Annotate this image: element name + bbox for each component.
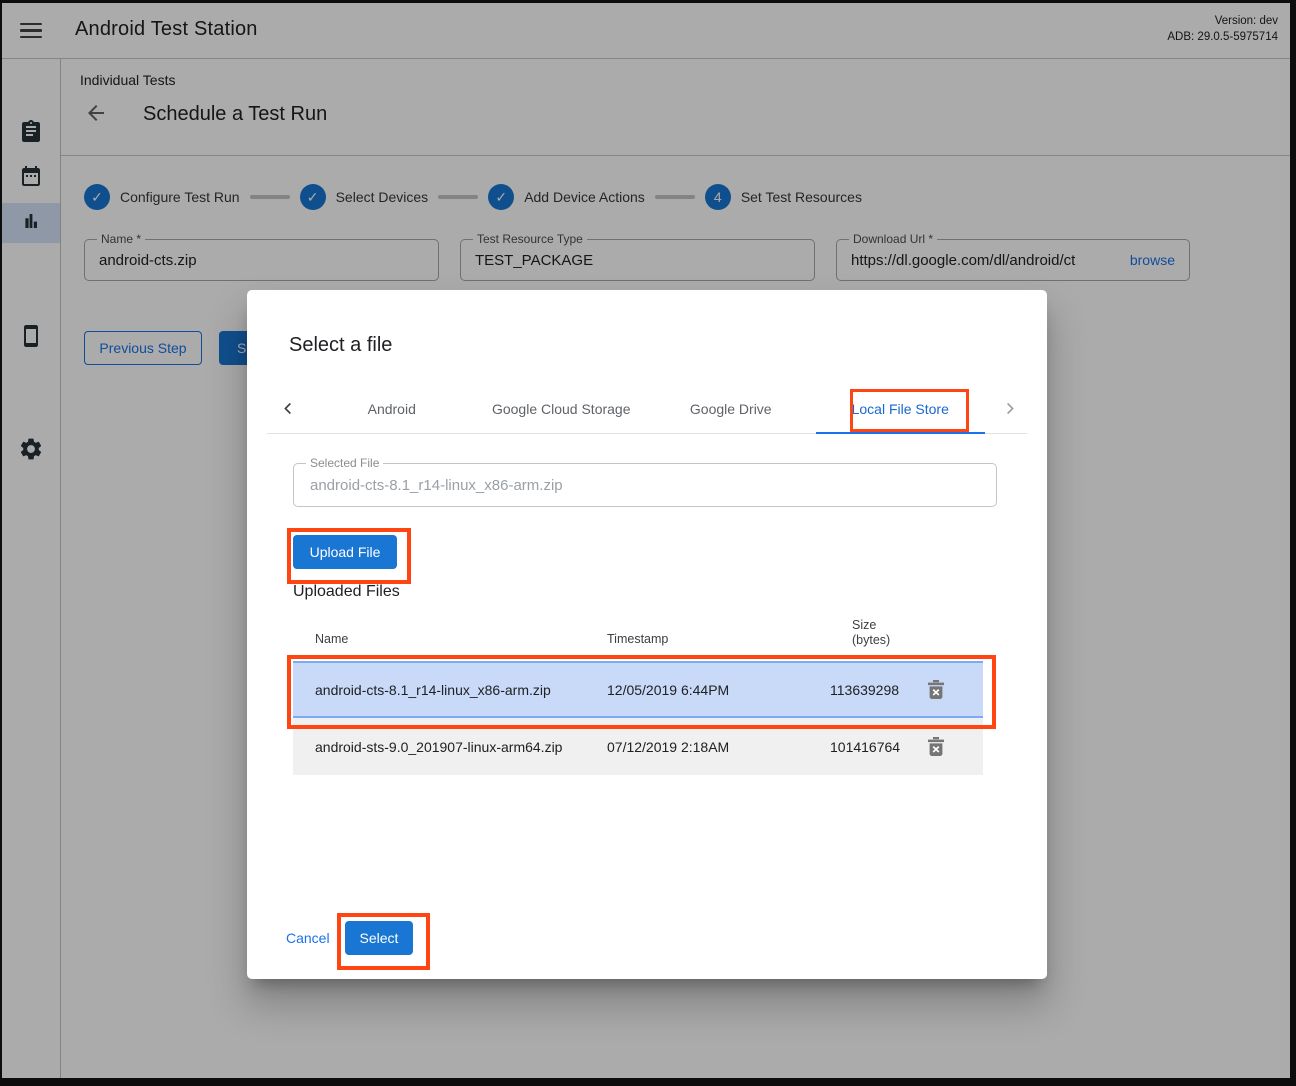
timestamp-cell: 07/12/2019 2:18AM bbox=[607, 739, 729, 755]
upload-file-button[interactable]: Upload File bbox=[293, 535, 397, 569]
size-cell: 113639298 bbox=[830, 682, 906, 698]
size-cell: 101416764 bbox=[830, 739, 906, 755]
delete-forever-icon[interactable] bbox=[927, 680, 947, 700]
delete-forever-icon[interactable] bbox=[927, 737, 947, 757]
column-header-size: Size (bytes) bbox=[852, 618, 890, 648]
active-tab-indicator bbox=[816, 432, 985, 434]
cancel-button[interactable]: Cancel bbox=[286, 930, 330, 946]
tab-local-file-store[interactable]: Local File Store bbox=[816, 385, 986, 433]
selected-file-label: Selected File bbox=[306, 456, 383, 470]
tab-google-cloud-storage[interactable]: Google Cloud Storage bbox=[477, 385, 647, 433]
uploaded-files-heading: Uploaded Files bbox=[293, 583, 400, 601]
selected-file-field[interactable]: Selected File android-cts-8.1_r14-linux_… bbox=[293, 463, 997, 507]
dialog-title: Select a file bbox=[289, 334, 392, 357]
tab-google-drive[interactable]: Google Drive bbox=[646, 385, 816, 433]
select-button[interactable]: Select bbox=[345, 921, 413, 955]
files-table-header: Name Timestamp Size (bytes) bbox=[293, 618, 983, 658]
timestamp-cell: 12/05/2019 6:44PM bbox=[607, 682, 729, 698]
table-row[interactable]: android-sts-9.0_201907-linux-arm64.zip 0… bbox=[293, 718, 983, 775]
file-name-cell: android-cts-8.1_r14-linux_x86-arm.zip bbox=[315, 682, 551, 698]
chevron-right-icon[interactable] bbox=[1002, 401, 1017, 421]
column-header-name: Name bbox=[315, 632, 348, 646]
table-row-selected[interactable]: android-cts-8.1_r14-linux_x86-arm.zip 12… bbox=[293, 661, 983, 718]
select-file-dialog: Select a file Android Google Cloud Stora… bbox=[247, 290, 1047, 979]
app-window: Android Test Station Version: dev ADB: 2… bbox=[2, 3, 1290, 1078]
file-name-cell: android-sts-9.0_201907-linux-arm64.zip bbox=[315, 739, 562, 755]
tab-android[interactable]: Android bbox=[307, 385, 477, 433]
tabs-header: Android Google Cloud Storage Google Driv… bbox=[267, 385, 1027, 434]
tab-list: Android Google Cloud Storage Google Driv… bbox=[307, 385, 985, 433]
chevron-left-icon[interactable] bbox=[281, 401, 296, 421]
column-header-timestamp: Timestamp bbox=[607, 632, 668, 646]
selected-file-value: android-cts-8.1_r14-linux_x86-arm.zip bbox=[294, 464, 996, 506]
